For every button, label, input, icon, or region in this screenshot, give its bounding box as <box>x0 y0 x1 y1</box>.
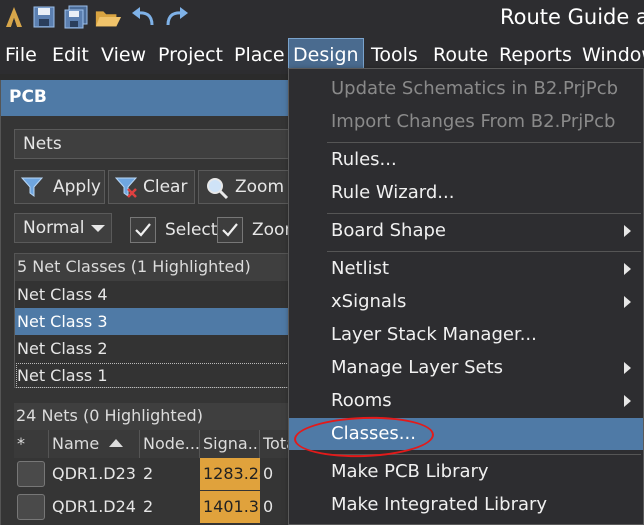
color-swatch[interactable] <box>17 461 45 487</box>
menu-divider <box>327 142 641 143</box>
zoom-level-button[interactable]: Zoom L <box>198 170 301 204</box>
menu-item-rule-wizard[interactable]: Rule Wizard... <box>289 177 643 209</box>
nets-header: 24 Nets (0 Highlighted) <box>14 403 301 430</box>
menu-file[interactable]: File <box>5 42 37 70</box>
chevron-down-icon <box>91 225 105 232</box>
magnifier-icon <box>205 176 229 200</box>
menu-project[interactable]: Project <box>158 42 223 70</box>
menu-item-board-shape[interactable]: Board Shape <box>289 215 643 247</box>
redo-icon[interactable] <box>162 3 190 31</box>
menu-item-label: xSignals <box>331 291 407 312</box>
column-header-name[interactable]: Name <box>49 430 140 458</box>
menu-divider <box>327 251 641 252</box>
filter-mode-select[interactable]: Normal <box>14 213 112 243</box>
submenu-arrow-icon <box>624 225 631 237</box>
menu-divider <box>327 454 641 455</box>
menu-item-label: Board Shape <box>331 220 446 241</box>
net-signal-cell: 1401.35 <box>200 491 260 523</box>
net-signal-cell: 1283.24 <box>200 458 260 490</box>
net-nodes-cell: 2 <box>143 464 154 483</box>
submenu-arrow-icon <box>624 395 631 407</box>
open-folder-icon[interactable] <box>94 3 122 31</box>
menu-design[interactable]: Design <box>288 38 364 72</box>
panel-header: PCB <box>1 80 301 116</box>
app-window: Route Guide a File Edit View Project Pla… <box>0 0 644 525</box>
design-menu-dropdown: Update Schematics in B2.PrjPcb Import Ch… <box>288 68 644 525</box>
app-logo-icon[interactable] <box>0 3 28 31</box>
net-name-cell: QDR1.D23 <box>52 464 136 483</box>
list-item[interactable]: Net Class 4 <box>15 281 300 308</box>
menu-item-xsignals[interactable]: xSignals <box>289 286 643 318</box>
panel-mode-select[interactable]: Nets <box>14 129 301 159</box>
pcb-panel: PCB Nets Apply Clear Zoom L Normal Selec… <box>0 80 301 525</box>
apply-label: Apply <box>53 177 101 197</box>
zoom-checkbox[interactable] <box>217 217 243 243</box>
column-header-nodes[interactable]: Node... <box>140 430 200 458</box>
filter-mode-value: Normal <box>23 218 85 238</box>
menu-item-import-changes: Import Changes From B2.PrjPcb <box>331 111 616 132</box>
menu-item-manage-layer-sets[interactable]: Manage Layer Sets <box>289 352 643 384</box>
select-checkbox-label: Select <box>165 220 218 240</box>
menu-item-netlist[interactable]: Netlist <box>289 253 643 285</box>
clear-filter-icon <box>114 176 138 198</box>
apply-button[interactable]: Apply <box>14 170 105 204</box>
clear-button[interactable]: Clear <box>108 170 195 204</box>
menu-item-label: Rooms <box>331 390 392 411</box>
window-title: Route Guide a <box>500 5 644 29</box>
menu-item-make-pcb-library[interactable]: Make PCB Library <box>289 456 643 488</box>
table-row[interactable]: QDR1.D24 2 1401.35 0 <box>14 491 301 523</box>
menu-route[interactable]: Route <box>433 42 488 70</box>
list-item-selected[interactable]: Net Class 3 <box>15 308 300 335</box>
list-item[interactable]: Net Class 2 <box>15 335 300 362</box>
save-icon[interactable] <box>30 3 58 31</box>
menu-item-classes[interactable]: Classes... <box>289 418 643 450</box>
menu-edit[interactable]: Edit <box>52 42 89 70</box>
undo-icon[interactable] <box>130 3 158 31</box>
menu-divider <box>327 213 641 214</box>
column-name-label: Name <box>52 434 100 453</box>
menu-view[interactable]: View <box>101 42 146 70</box>
submenu-arrow-icon <box>624 263 631 275</box>
submenu-arrow-icon <box>624 296 631 308</box>
submenu-arrow-icon <box>624 362 631 374</box>
checkmark-icon <box>135 223 151 237</box>
menu-window[interactable]: Window <box>582 42 644 70</box>
menu-reports[interactable]: Reports <box>499 42 572 70</box>
menu-item-rooms[interactable]: Rooms <box>289 385 643 417</box>
menu-item-label: Manage Layer Sets <box>331 357 504 378</box>
panel-title: PCB <box>9 87 47 107</box>
select-checkbox[interactable] <box>130 217 156 243</box>
column-header-highlight[interactable]: * <box>14 430 49 458</box>
table-row[interactable]: QDR1.D23 2 1283.24 0 <box>14 458 301 490</box>
clear-label: Clear <box>143 177 188 197</box>
filter-icon <box>20 176 44 198</box>
menu-place[interactable]: Place <box>234 42 285 70</box>
menu-item-layer-stack-manager[interactable]: Layer Stack Manager... <box>289 319 643 351</box>
menu-item-label: Netlist <box>331 258 390 279</box>
menu-item-rules[interactable]: Rules... <box>289 144 643 176</box>
title-bar: Route Guide a <box>0 0 644 36</box>
list-item[interactable]: Net Class 1 <box>15 362 300 389</box>
net-classes-list: 5 Net Classes (1 Highlighted) Net Class … <box>14 253 301 388</box>
menu-item-update-schematics: Update Schematics in B2.PrjPcb <box>331 78 619 99</box>
net-nodes-cell: 2 <box>143 497 154 516</box>
sort-ascending-icon <box>109 439 124 447</box>
net-classes-header: 5 Net Classes (1 Highlighted) <box>15 254 300 281</box>
menu-tools[interactable]: Tools <box>371 42 418 70</box>
color-swatch[interactable] <box>17 494 45 520</box>
save-all-icon[interactable] <box>62 3 90 31</box>
net-name-cell: QDR1.D24 <box>52 497 136 516</box>
column-header-signal[interactable]: Signa... <box>200 430 260 458</box>
menu-item-make-integrated-library[interactable]: Make Integrated Library <box>289 489 643 521</box>
checkmark-icon <box>222 223 238 237</box>
